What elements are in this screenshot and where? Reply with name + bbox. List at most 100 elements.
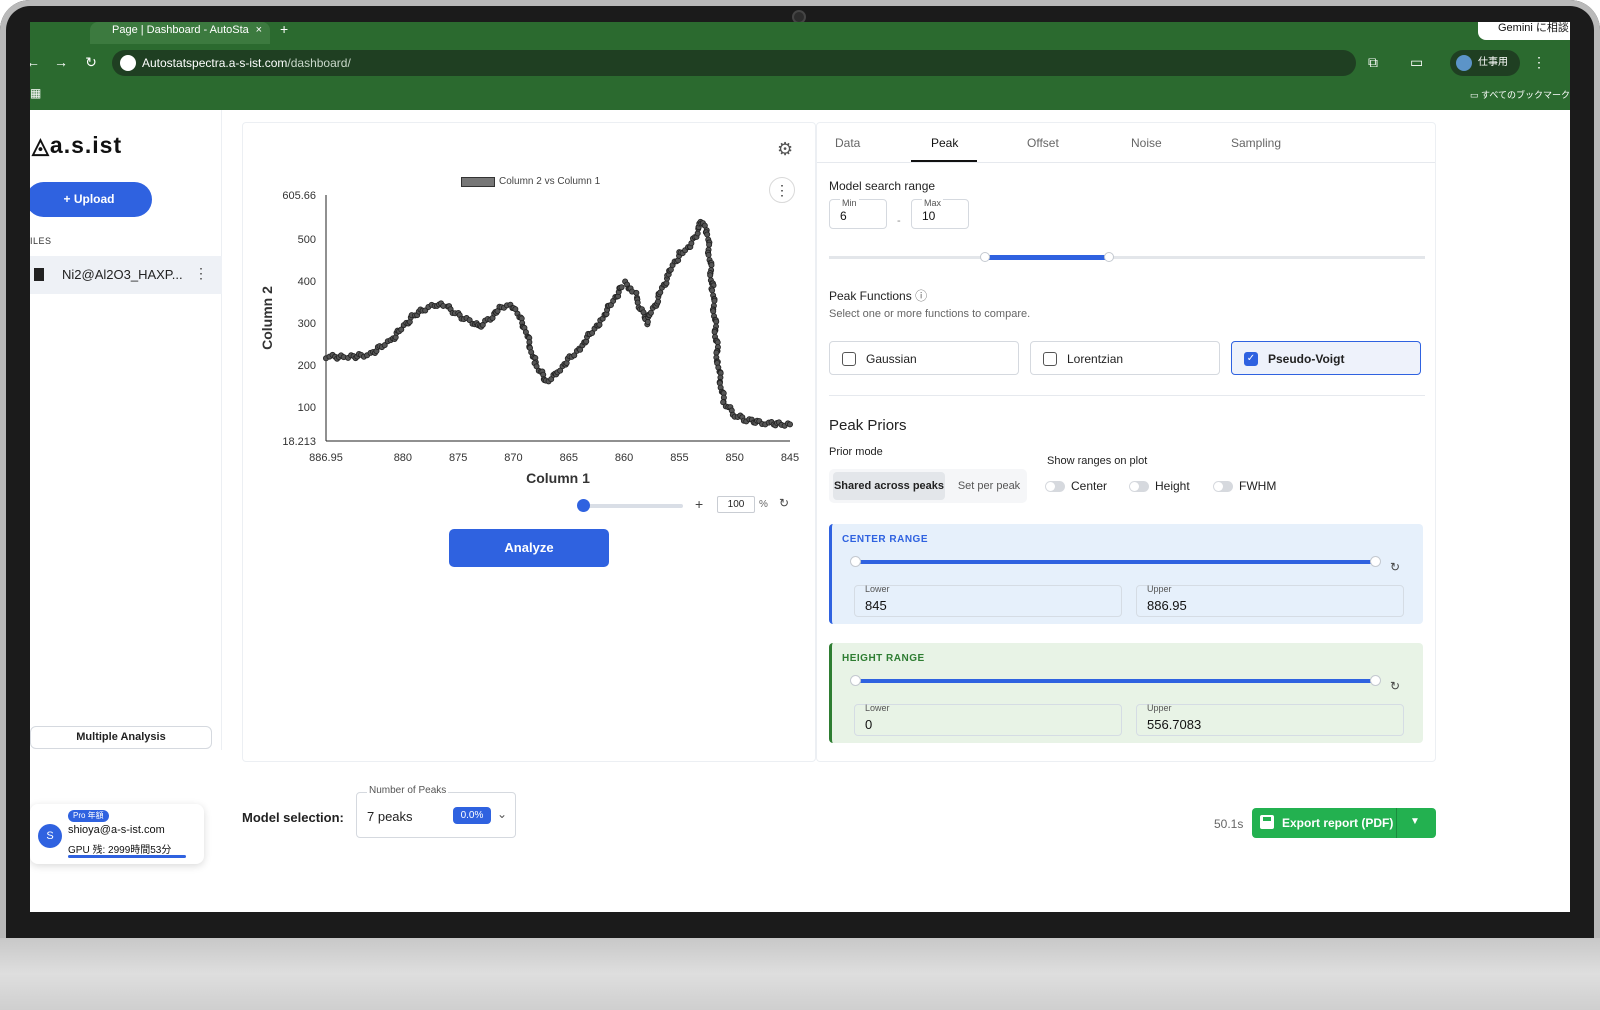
number-of-peaks-select[interactable]: Number of Peaks 7 peaks 0.0% ⌄ — [356, 785, 516, 838]
tab-sampling[interactable]: Sampling — [1231, 136, 1281, 150]
center-range-card: CENTER RANGE ↻ Lower 845 Upper 886.95 — [829, 524, 1423, 624]
profile-avatar-icon — [1456, 55, 1472, 71]
apps-icon[interactable]: ▦ — [30, 86, 41, 100]
height-range-card: HEIGHT RANGE ↻ Lower 0 Upper 556.7083 — [829, 643, 1423, 743]
data-point — [713, 318, 720, 325]
info-icon[interactable]: ⓘ — [915, 289, 927, 303]
center-toggle[interactable] — [1045, 481, 1065, 492]
forward-icon[interactable]: → — [52, 54, 70, 70]
data-point — [634, 299, 641, 306]
height-range-title: HEIGHT RANGE — [842, 653, 925, 664]
menu-icon[interactable]: ⋮ — [1532, 54, 1546, 71]
center-toggle-label: Center — [1071, 479, 1108, 493]
height-reset-icon[interactable]: ↻ — [1390, 679, 1400, 693]
files-label: ILES — [30, 236, 52, 246]
height-range-track[interactable] — [856, 679, 1376, 683]
height-range-min-knob[interactable] — [850, 675, 861, 686]
x-tick-label: 865 — [560, 452, 578, 464]
new-tab-icon[interactable]: + — [280, 22, 288, 36]
set-per-peak-option[interactable]: Set per peak — [953, 472, 1025, 500]
pseudo-voigt-checkbox[interactable]: ✓ — [1244, 352, 1258, 366]
file-icon — [34, 268, 44, 281]
browser-tab[interactable]: Page | Dashboard - AutoSta × — [90, 22, 270, 44]
tab-offset[interactable]: Offset — [1027, 136, 1059, 150]
height-lower-value: 0 — [865, 717, 873, 732]
bookmarks-label: すべてのブックマーク — [1480, 90, 1570, 100]
data-point — [705, 251, 712, 258]
data-point — [707, 272, 714, 279]
center-range-min-knob[interactable] — [850, 556, 861, 567]
data-point — [644, 318, 651, 325]
zoom-slider-track[interactable] — [583, 504, 683, 508]
cast-icon[interactable]: ▭ — [1410, 54, 1423, 71]
data-point — [711, 297, 718, 304]
zoom-reset-icon[interactable]: ↻ — [779, 496, 789, 510]
tab-data[interactable]: Data — [835, 136, 860, 150]
zoom-input[interactable]: 100 — [717, 496, 755, 513]
zoom-slider-knob[interactable] — [577, 499, 590, 512]
multiple-analysis-button[interactable]: Multiple Analysis — [30, 726, 212, 749]
analyze-button[interactable]: Analyze — [449, 529, 609, 567]
min-label: Min — [840, 198, 859, 208]
back-icon[interactable]: ← — [30, 54, 42, 70]
scatter-plot[interactable]: 886.95 880 875 870 865 860 855 850 845 605.66 500 4… — [243, 123, 817, 495]
percent-badge: 0.0% — [453, 807, 491, 824]
file-more-icon[interactable]: ⋮ — [194, 265, 208, 282]
active-tab-indicator — [911, 160, 977, 162]
height-toggle[interactable] — [1129, 481, 1149, 492]
peak-functions-label: Peak Functions ⓘ — [829, 287, 927, 304]
function-lorentzian[interactable]: Lorentzian — [1030, 341, 1220, 375]
data-point — [633, 289, 640, 296]
tab-close-icon[interactable]: × — [256, 22, 262, 38]
height-lower-field[interactable]: Lower 0 — [854, 703, 1122, 736]
lorentzian-checkbox[interactable] — [1043, 352, 1057, 366]
logo-triangle-icon: ◬ — [32, 133, 50, 158]
data-point — [708, 262, 715, 269]
reload-icon[interactable]: ↻ — [82, 54, 100, 71]
min-input[interactable]: Min 6 — [829, 198, 887, 229]
max-input[interactable]: Max 10 — [911, 198, 969, 229]
chevron-down-icon[interactable]: ⌄ — [497, 807, 507, 821]
data-point — [714, 339, 721, 346]
model-range-max-knob[interactable] — [1104, 252, 1114, 262]
height-upper-field[interactable]: Upper 556.7083 — [1136, 703, 1404, 736]
x-tick-label: 886.95 — [309, 452, 343, 464]
x-tick-label: 855 — [670, 452, 688, 464]
function-pseudo-voigt[interactable]: ✓ Pseudo-Voigt — [1231, 341, 1421, 375]
profile-button[interactable]: 仕事用 — [1450, 50, 1520, 76]
x-tick-label: 850 — [726, 452, 744, 464]
profile-label: 仕事用 — [1478, 57, 1508, 68]
address-bar[interactable]: Autostatspectra.a-s-ist.com/dashboard/ — [112, 50, 1356, 76]
number-of-peaks-value: 7 peaks — [367, 809, 413, 824]
y-tick-label: 18.213 — [282, 436, 316, 448]
user-card[interactable]: S Pro 年額 shioya@a-s-ist.com GPU 残: 2999時… — [30, 804, 204, 864]
export-report-button[interactable]: Export report (PDF) ▼ — [1252, 808, 1436, 838]
center-range-max-knob[interactable] — [1370, 556, 1381, 567]
height-upper-value: 556.7083 — [1147, 717, 1202, 732]
gaussian-checkbox[interactable] — [842, 352, 856, 366]
upload-button[interactable]: + Upload — [30, 182, 152, 217]
tab-noise[interactable]: Noise — [1131, 136, 1162, 150]
data-point — [704, 231, 711, 238]
model-range-track[interactable] — [829, 256, 1425, 259]
fwhm-toggle[interactable] — [1213, 481, 1233, 492]
center-upper-value: 886.95 — [1147, 598, 1187, 613]
center-range-track[interactable] — [856, 560, 1376, 564]
extensions-icon[interactable]: ⧉ — [1368, 54, 1378, 71]
center-upper-field[interactable]: Upper 886.95 — [1136, 584, 1404, 617]
tab-peak[interactable]: Peak — [931, 136, 958, 150]
export-dropdown-icon[interactable]: ▼ — [1410, 816, 1420, 827]
all-bookmarks[interactable]: ▭ すべてのブックマーク — [1470, 88, 1570, 101]
model-range-min-knob[interactable] — [980, 252, 990, 262]
file-item[interactable]: Ni2@Al2O3_HAXP... ⋮ — [30, 256, 222, 294]
center-lower-field[interactable]: Lower 845 — [854, 584, 1122, 617]
folder-icon: ▭ — [1469, 90, 1481, 100]
function-gaussian[interactable]: Gaussian — [829, 341, 1019, 375]
max-label: Max — [922, 198, 944, 208]
shared-across-peaks-option[interactable]: Shared across peaks — [833, 472, 945, 500]
height-range-max-knob[interactable] — [1370, 675, 1381, 686]
y-tick-label: 300 — [298, 318, 316, 330]
gemini-button[interactable]: Gemini に相談 — [1478, 22, 1570, 40]
zoom-in-icon[interactable]: + — [695, 496, 703, 512]
center-reset-icon[interactable]: ↻ — [1390, 560, 1400, 574]
